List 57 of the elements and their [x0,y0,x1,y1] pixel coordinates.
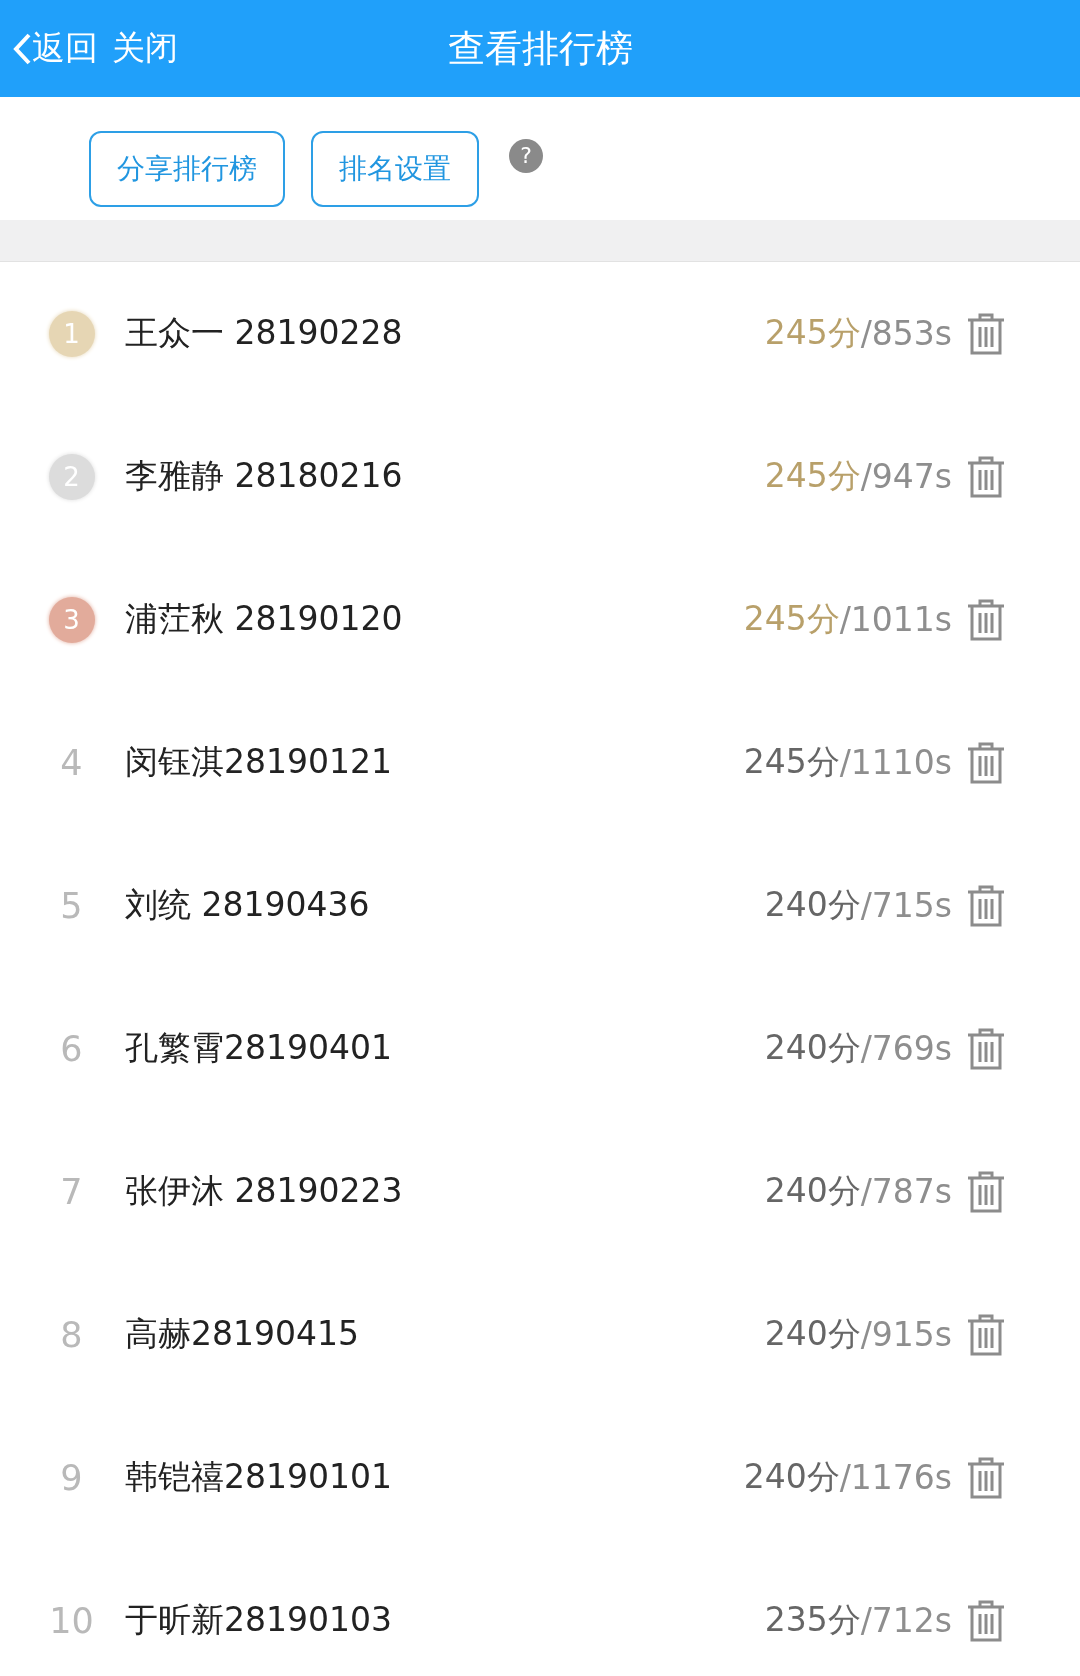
trash-icon[interactable] [966,883,1006,928]
score-text: 245分 [764,455,861,497]
trash-icon[interactable] [966,1026,1006,1071]
close-link[interactable]: 关闭 [112,26,178,71]
trash-icon[interactable] [966,597,1006,642]
trash-icon[interactable] [966,1312,1006,1357]
score-text: 240分 [743,1456,840,1498]
student-name: 高赫28190415 [125,1313,360,1355]
time-text: /1176s [839,1458,952,1497]
action-button[interactable]: 排名设置 [311,130,479,207]
score-text: 245分 [743,598,840,640]
student-name: 于昕新28190103 [125,1599,393,1641]
student-name: 张伊沐 28190223 [125,1170,404,1212]
student-name: 韩铠禧28190101 [125,1456,393,1498]
trash-icon[interactable] [966,740,1006,785]
score-text: 245分 [764,312,861,354]
action-button[interactable]: 分享排行榜 [89,130,285,207]
time-text: /1011s [839,600,952,639]
help-icon[interactable]: ? [509,138,543,173]
time-text: /787s [860,1172,952,1211]
trash-icon[interactable] [966,1455,1006,1500]
time-text: /947s [860,457,952,496]
time-text: /915s [860,1315,952,1354]
back-link[interactable]: 返回 [32,26,98,71]
rank-medal: 3 [48,596,95,643]
back-link[interactable] [12,31,32,66]
rank-number: 7 [60,1171,83,1212]
rank-number: 4 [60,742,83,783]
student-name: 孔繁霄28190401 [125,1027,393,1069]
time-text: /769s [860,1029,952,1068]
trash-icon[interactable] [966,454,1006,499]
score-text: 240分 [764,884,861,926]
trash-icon[interactable] [966,311,1006,356]
student-name: 浦茳秋 28190120 [125,598,404,640]
score-text: 235分 [764,1599,861,1641]
student-name: 李雅静 28180216 [125,455,404,497]
rank-number: 5 [60,885,83,926]
score-text: 240分 [764,1313,861,1355]
trash-icon[interactable] [966,1169,1006,1214]
rank-number: 8 [60,1314,83,1355]
score-text: 245分 [743,741,840,783]
score-text: 240分 [764,1027,861,1069]
time-text: /715s [860,886,952,925]
score-text: 240分 [764,1170,861,1212]
rank-number: 10 [49,1600,94,1641]
page-title: 查看排行榜 [447,26,633,70]
time-text: /712s [860,1601,952,1640]
rank-number: 6 [60,1028,83,1069]
student-name: 王众一 28190228 [125,312,404,354]
rank-number: 9 [60,1457,83,1498]
student-name: 刘统 28190436 [125,884,371,926]
trash-icon[interactable] [966,1598,1006,1643]
time-text: /853s [860,314,952,353]
time-text: /1110s [839,743,952,782]
back-icon [12,31,32,66]
student-name: 闵钰淇28190121 [125,741,393,783]
rank-medal: 1 [48,310,95,357]
